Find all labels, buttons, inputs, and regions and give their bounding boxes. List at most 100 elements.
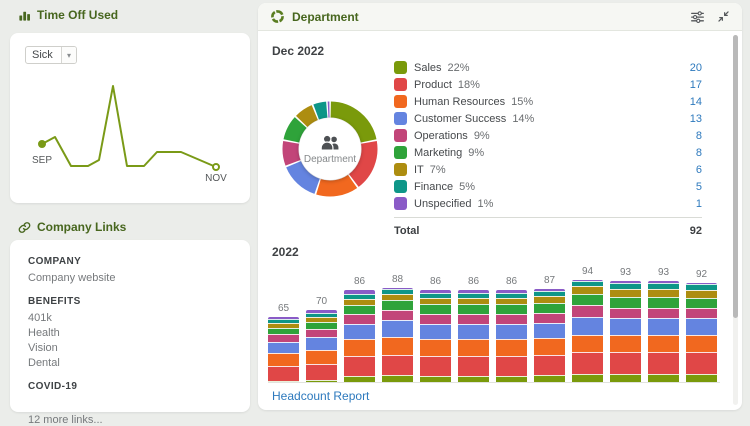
- bar-segment: [534, 338, 565, 355]
- legend-label: Finance: [414, 181, 453, 193]
- department-header: Department: [258, 3, 742, 31]
- legend-count-link[interactable]: 8: [696, 130, 702, 142]
- company-links-list: COMPANY Company website BENEFITS 401k Health…: [28, 256, 232, 392]
- company-link[interactable]: Dental: [28, 357, 232, 369]
- bar-segment: [268, 342, 299, 353]
- company-link[interactable]: 401k: [28, 312, 232, 324]
- bar-segment: [610, 352, 641, 374]
- collapse-icon[interactable]: [717, 10, 730, 23]
- department-body: Dec 2022 Department Sales22%20Product18%…: [258, 31, 742, 409]
- bar-segment: [306, 350, 337, 364]
- bar-segment: [420, 314, 451, 324]
- people-icon: [319, 133, 341, 153]
- company-link[interactable]: Vision: [28, 342, 232, 354]
- bar-total-label: 86: [458, 276, 489, 287]
- bar-column: 86: [496, 276, 527, 383]
- bar-segment: [534, 323, 565, 338]
- stacked-bar: [686, 283, 717, 383]
- bar-segment: [534, 303, 565, 313]
- bar-segment: [268, 334, 299, 342]
- bar-segment: [648, 335, 679, 353]
- legend-count-link[interactable]: 1: [696, 198, 702, 210]
- company-links-heading: Company Links: [18, 220, 126, 234]
- bar-segment: [572, 286, 603, 294]
- axis-label: NOV: [205, 173, 227, 184]
- donut-segment: [291, 142, 294, 162]
- more-links[interactable]: 12 more links...: [28, 414, 232, 426]
- link-section-heading: COVID-19: [28, 381, 232, 392]
- filter-icon[interactable]: [690, 10, 705, 24]
- bar-segment: [382, 310, 413, 320]
- bar-column: 88: [382, 274, 413, 383]
- legend-label: Product: [414, 79, 452, 91]
- department-title: Department: [292, 10, 359, 24]
- scrollbar-track[interactable]: [733, 35, 738, 405]
- donut-segment: [291, 123, 300, 141]
- bar-segment: [610, 318, 641, 335]
- stacked-bar: [534, 289, 565, 383]
- bar-column: 93: [648, 267, 679, 383]
- bar-segment: [344, 305, 375, 314]
- stacked-bar: [648, 281, 679, 383]
- legend-percentage: 5%: [459, 181, 475, 193]
- company-link[interactable]: Company website: [28, 272, 232, 284]
- bar-column: 87: [534, 275, 565, 383]
- legend-count-link[interactable]: 20: [690, 62, 702, 74]
- legend-row: Unspecified1%1: [394, 195, 702, 212]
- bar-total-label: 87: [534, 275, 565, 286]
- dropdown-selected-value: Sick: [26, 49, 61, 61]
- legend-label: Human Resources: [414, 96, 505, 108]
- legend-row: Finance 5% 5: [394, 178, 702, 195]
- bar-segment: [534, 355, 565, 375]
- legend-row: IT7%6: [394, 161, 702, 178]
- bar-column: 86: [344, 276, 375, 383]
- chevron-down-icon: ▾: [61, 47, 76, 63]
- donut-segment: [302, 113, 315, 122]
- bar-total-label: 93: [610, 267, 641, 278]
- bar-column: 86: [420, 276, 451, 383]
- bar-column: 65: [268, 303, 299, 383]
- bar-total-label: 94: [572, 266, 603, 277]
- department-legend: Sales22%20Product18%17Human Resources15%…: [394, 59, 702, 212]
- bar-segment: [648, 289, 679, 297]
- bar-column: 93: [610, 267, 641, 383]
- bar-total-label: 86: [344, 276, 375, 287]
- legend-swatch: [394, 112, 407, 125]
- bar-segment: [648, 318, 679, 335]
- bar-column: 86: [458, 276, 489, 383]
- legend-count-link[interactable]: 13: [690, 113, 702, 125]
- bar-segment: [420, 324, 451, 339]
- bar-segment: [306, 329, 337, 337]
- bar-total-label: 86: [496, 276, 527, 287]
- scrollbar-thumb[interactable]: [733, 35, 738, 318]
- bar-segment: [496, 304, 527, 314]
- bar-segment: [496, 324, 527, 339]
- bar-segment: [344, 356, 375, 376]
- legend-count-link[interactable]: 5: [696, 181, 702, 193]
- link-section-heading: COMPANY: [28, 256, 232, 267]
- company-links-title: Company Links: [37, 220, 126, 234]
- time-off-card: Sick ▾ SEPNOV: [10, 33, 250, 203]
- legend-count-link[interactable]: 14: [690, 96, 702, 108]
- legend-percentage: 18%: [458, 79, 480, 91]
- legend-total-row: Total 92: [394, 217, 702, 237]
- legend-count-link[interactable]: 6: [696, 164, 702, 176]
- bar-segment: [458, 324, 489, 339]
- line-end-dot: [213, 164, 219, 170]
- headcount-report-link[interactable]: Headcount Report: [272, 389, 369, 403]
- time-off-type-dropdown[interactable]: Sick ▾: [25, 46, 77, 64]
- bar-segment: [572, 294, 603, 305]
- stacked-bar: [496, 290, 527, 383]
- legend-row: Customer Success14%13: [394, 110, 702, 127]
- bar-segment: [382, 300, 413, 310]
- period-label: Dec 2022: [272, 44, 324, 58]
- donut-segment: [319, 181, 353, 188]
- bar-segment: [458, 314, 489, 324]
- company-link[interactable]: Health: [28, 327, 232, 339]
- bar-segment: [610, 308, 641, 318]
- link-section-heading: BENEFITS: [28, 296, 232, 307]
- year-label: 2022: [272, 245, 299, 259]
- legend-percentage: 22%: [448, 62, 470, 74]
- legend-count-link[interactable]: 17: [690, 79, 702, 91]
- legend-count-link[interactable]: 8: [696, 147, 702, 159]
